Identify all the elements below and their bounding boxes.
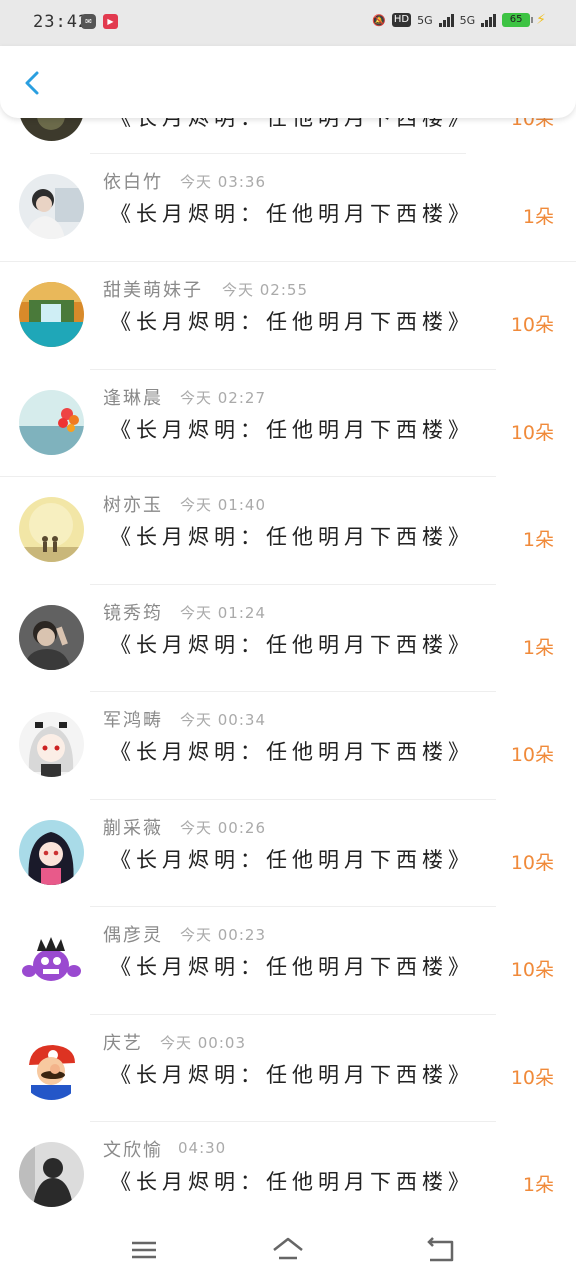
gift-time: 今天 02:27 xyxy=(180,389,266,407)
status-indicators: 🔕 HD 5G 5G 65 ⚡ xyxy=(372,12,546,28)
user-name: 军鸿畴 xyxy=(103,710,163,731)
gift-title: 《长月烬明：任他明月下西楼》 xyxy=(110,1063,474,1087)
gift-title: 《长月烬明：任他明月下西楼》 xyxy=(110,310,474,334)
gift-time: 今天 00:34 xyxy=(180,711,266,729)
home-icon xyxy=(273,1237,303,1260)
gift-time: 04:30 xyxy=(178,1139,227,1157)
silhouette-avatar[interactable] xyxy=(19,1142,84,1207)
network-label-2: 5G xyxy=(459,13,476,27)
user-name: 偶彦灵 xyxy=(103,925,163,946)
back-button[interactable] xyxy=(16,66,50,100)
divider xyxy=(90,369,496,370)
divider xyxy=(90,1014,496,1015)
hd-badge: HD xyxy=(391,13,412,27)
network-label-1: 5G xyxy=(417,13,433,27)
gift-count: 1朵 xyxy=(522,637,554,659)
list-item[interactable]: 逢琳晨 今天 02:27 《长月烬明：任他明月下西楼》 10朵 xyxy=(0,369,576,476)
gift-count: 1朵 xyxy=(522,206,554,228)
gift-list: 《长月烬明：任他明月下西楼》 10朵 依白竹 今天 03:36 《长月烬明：任他… xyxy=(0,0,576,1220)
charging-icon: ⚡ xyxy=(536,12,546,28)
list-item[interactable]: 庆艺 今天 00:03 《长月烬明：任他明月下西楼》 10朵 xyxy=(0,1014,576,1121)
user-name: 庆艺 xyxy=(103,1033,143,1054)
anime-darkhair-avatar[interactable] xyxy=(19,820,84,885)
status-bar: 23:42 ✉ ▶ 🔕 HD 5G 5G 65 ⚡ xyxy=(0,0,576,46)
divider xyxy=(90,906,496,907)
header-bar xyxy=(0,46,576,118)
list-item[interactable]: 依白竹 今天 03:36 《长月烬明：任他明月下西楼》 1朵 xyxy=(0,153,576,260)
divider xyxy=(0,261,576,262)
list-item[interactable]: 军鸿畴 今天 00:34 《长月烬明：任他明月下西楼》 10朵 xyxy=(0,691,576,798)
gift-title: 《长月烬明：任他明月下西楼》 xyxy=(110,848,474,872)
gift-title: 《长月烬明：任他明月下西楼》 xyxy=(110,525,474,549)
gift-time: 今天 00:23 xyxy=(180,926,266,944)
list-item[interactable]: 镜秀筠 今天 01:24 《长月烬明：任他明月下西楼》 1朵 xyxy=(0,584,576,691)
gift-count: 10朵 xyxy=(510,744,554,766)
signal-icon xyxy=(438,13,454,27)
gift-title: 《长月烬明：任他明月下西楼》 xyxy=(110,1170,474,1194)
user-name: 逢琳晨 xyxy=(103,388,163,409)
menu-button[interactable] xyxy=(126,1232,162,1268)
gift-time: 今天 00:26 xyxy=(180,819,266,837)
gift-count: 10朵 xyxy=(510,314,554,336)
divider xyxy=(90,799,496,800)
menu-icon xyxy=(132,1241,156,1259)
signal-icon xyxy=(481,13,497,27)
back-nav-button[interactable] xyxy=(422,1232,458,1268)
chevron-left-icon xyxy=(25,71,39,95)
navigation-bar xyxy=(0,1220,576,1280)
person-photo-avatar[interactable] xyxy=(19,174,84,239)
gift-time: 今天 03:36 xyxy=(180,173,266,191)
divider xyxy=(90,1121,496,1122)
back-icon xyxy=(427,1237,454,1262)
list-item[interactable]: 蒯采薇 今天 00:26 《长月烬明：任他明月下西楼》 10朵 xyxy=(0,799,576,906)
divider xyxy=(90,153,466,154)
couple-sunset-avatar[interactable] xyxy=(19,497,84,562)
gift-count: 1朵 xyxy=(522,1174,554,1196)
mario-avatar[interactable] xyxy=(19,1035,84,1100)
purple-monster-avatar[interactable] xyxy=(19,927,84,992)
divider xyxy=(90,691,496,692)
gift-count: 10朵 xyxy=(510,959,554,981)
divider xyxy=(90,584,496,585)
battery-icon: 65 xyxy=(502,13,534,27)
user-name: 依白竹 xyxy=(103,172,163,193)
user-name: 镜秀筠 xyxy=(103,603,163,624)
mail-app-icon: ✉ xyxy=(81,14,96,29)
anime-girl-avatar[interactable] xyxy=(19,712,84,777)
gift-time: 今天 00:03 xyxy=(160,1034,246,1052)
balloons-sea-avatar[interactable] xyxy=(19,390,84,455)
gift-title: 《长月烬明：任他明月下西楼》 xyxy=(110,955,474,979)
gift-count: 1朵 xyxy=(522,529,554,551)
gift-title: 《长月烬明：任他明月下西楼》 xyxy=(110,740,474,764)
gift-title: 《长月烬明：任他明月下西楼》 xyxy=(110,418,474,442)
gift-count: 10朵 xyxy=(510,1067,554,1089)
smoking-man-avatar[interactable] xyxy=(19,605,84,670)
list-item[interactable]: 树亦玉 今天 01:40 《长月烬明：任他明月下西楼》 1朵 xyxy=(0,476,576,583)
list-item[interactable]: 文欣愉 04:30 《长月烬明：任他明月下西楼》 1朵 xyxy=(0,1121,576,1220)
gift-time: 今天 01:40 xyxy=(180,496,266,514)
gift-count: 10朵 xyxy=(510,422,554,444)
gift-time: 今天 02:55 xyxy=(222,281,308,299)
user-name: 文欣愉 xyxy=(103,1140,163,1161)
mute-icon: 🔕 xyxy=(372,13,386,27)
video-app-icon: ▶ xyxy=(103,14,118,29)
gift-count: 10朵 xyxy=(510,852,554,874)
list-item[interactable]: 甜美萌妹子 今天 02:55 《长月烬明：任他明月下西楼》 10朵 xyxy=(0,261,576,368)
home-button[interactable] xyxy=(270,1232,306,1268)
user-name: 甜美萌妹子 xyxy=(103,280,203,301)
user-name: 树亦玉 xyxy=(103,495,163,516)
gift-title: 《长月烬明：任他明月下西楼》 xyxy=(110,633,474,657)
user-name: 蒯采薇 xyxy=(103,818,163,839)
divider xyxy=(0,476,496,477)
list-item[interactable]: 偶彦灵 今天 00:23 《长月烬明：任他明月下西楼》 10朵 xyxy=(0,906,576,1013)
gift-title: 《长月烬明：任他明月下西楼》 xyxy=(110,202,474,226)
waterfall-photo-avatar[interactable] xyxy=(19,282,84,347)
gift-time: 今天 01:24 xyxy=(180,604,266,622)
